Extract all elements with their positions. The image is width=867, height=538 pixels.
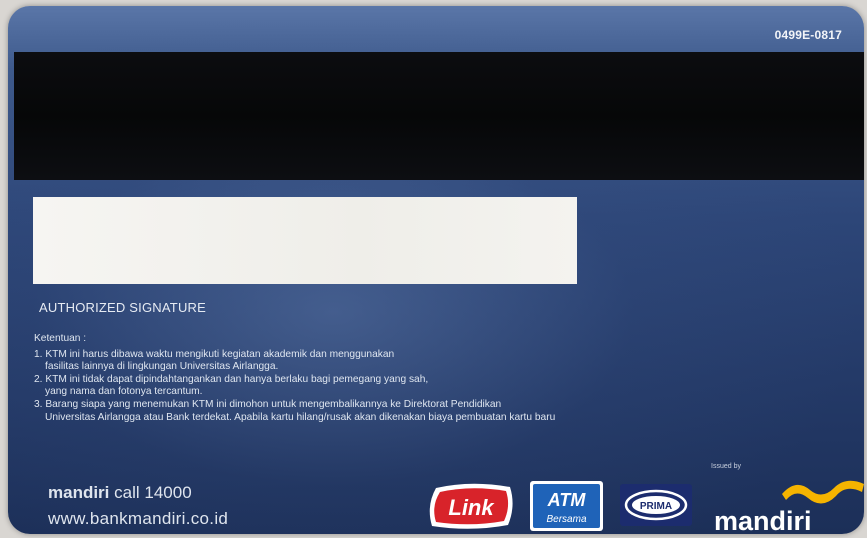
prima-logo-text: PRIMA [640, 501, 672, 512]
magnetic-stripe [14, 52, 864, 180]
terms-block: Ketentuan : 1. KTM ini harus dibawa wakt… [34, 333, 754, 424]
terms-item-2: 2. KTM ini tidak dapat dipindahtangankan… [34, 373, 429, 385]
footer-contact: mandiri call 14000 www.bankmandiri.co.id [48, 483, 228, 529]
link-logo-text: Link [448, 495, 495, 520]
terms-item-3: 3. Barang siapa yang menemukan KTM ini d… [34, 398, 502, 410]
footer-brand: mandiri [48, 483, 110, 502]
atm-bersama-logo: ATM Bersama [530, 481, 603, 531]
footer-call-number: call 14000 [114, 483, 192, 502]
authorized-signature-label: AUTHORIZED SIGNATURE [39, 300, 206, 315]
footer-website: www.bankmandiri.co.id [48, 509, 229, 528]
terms-heading: Ketentuan : [34, 333, 87, 344]
terms-item-2-cont: yang nama dan fotonya tercantum. [45, 386, 203, 398]
mandiri-logo-text: mandiri [714, 506, 812, 534]
bersama-logo-text: Bersama [546, 514, 586, 525]
atm-logo-text: ATM [547, 490, 587, 510]
signature-panel [33, 197, 577, 284]
footer-callcenter: mandiri call 14000 [48, 483, 228, 503]
mandiri-wave-icon [782, 480, 864, 504]
terms-item-1: 1. KTM ini harus dibawa waktu mengikuti … [34, 348, 395, 360]
atm-card-back: 0499E-0817 AUTHORIZED SIGNATURE Ketentua… [8, 6, 864, 534]
issued-by-label: Issued by [711, 463, 741, 470]
prima-network-logo: PRIMA [620, 484, 692, 526]
mandiri-bank-logo: mandiri [714, 480, 864, 534]
card-serial-number: 0499E-0817 [774, 28, 842, 42]
terms-item-1-cont: fasilitas lainnya di lingkungan Universi… [45, 361, 279, 373]
link-network-logo: Link [429, 483, 513, 529]
terms-item-3-cont: Universitas Airlangga atau Bank terdekat… [45, 411, 556, 423]
